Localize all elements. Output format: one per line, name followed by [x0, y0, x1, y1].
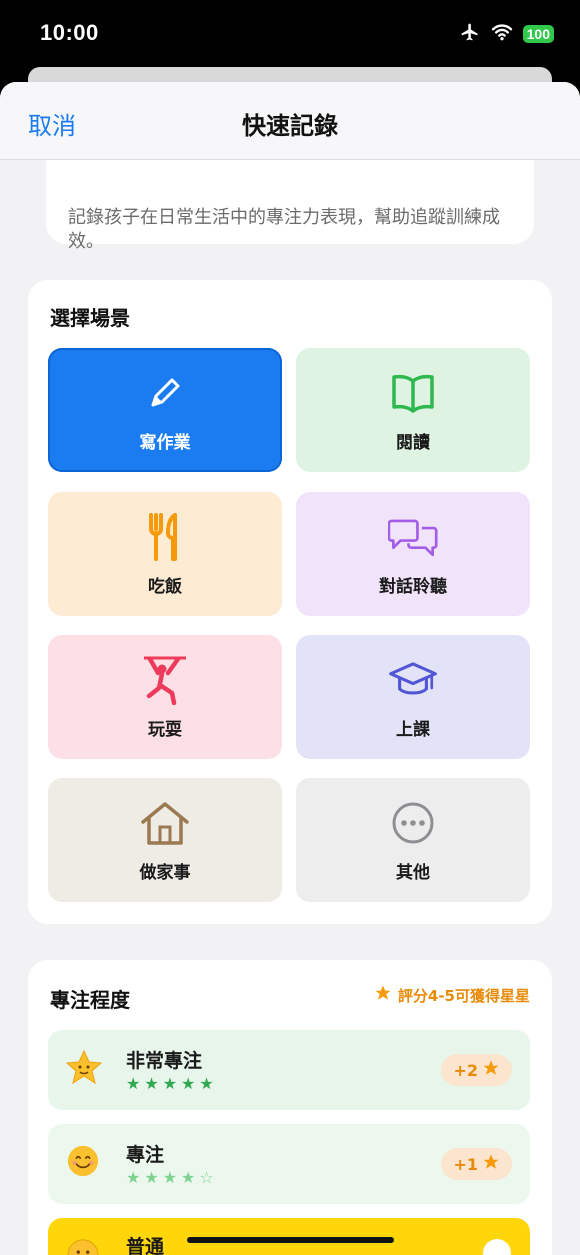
level-stars: ★★★★★ [126, 1074, 218, 1093]
neutral-face-icon [66, 1238, 102, 1255]
scene-label: 做家事 [139, 862, 191, 883]
level-name: 非常專注 [126, 1050, 203, 1072]
scene-tile-conversation[interactable]: 對話聆聽 [296, 492, 530, 616]
page-title: 快速記錄 [242, 112, 338, 140]
airplane-icon [459, 22, 481, 46]
status-icons: 100 [459, 22, 554, 46]
scene-label: 寫作業 [139, 432, 191, 453]
wifi-icon [491, 23, 513, 45]
smiling-face-icon [66, 1144, 102, 1180]
star-icon [482, 1059, 500, 1081]
chat-bubbles-icon [388, 512, 438, 562]
playing-figure-icon [140, 655, 190, 705]
quick-record-sheet: 取消 快速記錄 記錄孩子在日常生活中的專注力表現，幫助追蹤訓練成效。 選擇場景 … [0, 82, 580, 1255]
scene-tile-playing[interactable]: 玩耍 [48, 635, 282, 759]
star-icon [482, 1153, 500, 1175]
nav-bar: 取消 快速記錄 [0, 82, 580, 160]
status-time: 10:00 [40, 20, 99, 45]
scene-card: 選擇場景 寫作業 閱讀 吃飯 對話聆聽 玩耍 上課 做家事 其他 [28, 280, 552, 924]
scene-tile-other[interactable]: 其他 [296, 778, 530, 902]
bonus-value: +2 [453, 1060, 478, 1080]
star-hint: 評分4-5可獲得星星 [374, 984, 530, 1006]
scene-tile-homework[interactable]: 寫作業 [48, 348, 282, 472]
intro-description: 記錄孩子在日常生活中的專注力表現，幫助追蹤訓練成效。 [68, 207, 500, 252]
more-dots-icon [388, 798, 438, 848]
scene-label: 閱讀 [396, 432, 430, 453]
level-name: 普通 [126, 1236, 165, 1255]
star-bonus-badge: +2 [441, 1054, 512, 1086]
home-indicator [187, 1237, 394, 1243]
scene-tile-class[interactable]: 上課 [296, 635, 530, 759]
scene-title: 選擇場景 [50, 306, 130, 330]
book-icon [388, 368, 438, 418]
scene-label: 上課 [396, 719, 430, 740]
focus-title: 專注程度 [50, 988, 130, 1012]
house-icon [140, 798, 190, 848]
focus-level-very-focused[interactable]: 非常專注 ★★★★★ +2 [48, 1030, 530, 1110]
star-struck-icon [65, 1049, 103, 1086]
scene-tile-reading[interactable]: 閱讀 [296, 348, 530, 472]
focus-level-focused[interactable]: 專注 ★★★★☆ +1 [48, 1124, 530, 1204]
bonus-value: +1 [453, 1154, 478, 1174]
pencil-icon [140, 368, 190, 418]
star-icon [374, 984, 392, 1006]
graduation-cap-icon [388, 655, 438, 705]
star-bonus-badge: +1 [441, 1148, 512, 1180]
scene-label: 對話聆聽 [379, 576, 447, 597]
scene-tile-chores[interactable]: 做家事 [48, 778, 282, 902]
star-hint-text: 評分4-5可獲得星星 [397, 986, 530, 1005]
level-name: 專注 [126, 1144, 165, 1166]
level-stars: ★★★★☆ [126, 1168, 218, 1187]
scene-tile-eating[interactable]: 吃飯 [48, 492, 282, 616]
check-icon [482, 1238, 512, 1255]
scene-label: 其他 [396, 862, 430, 883]
status-bar: 10:00 100 [0, 0, 580, 70]
fork-knife-icon [140, 512, 190, 562]
scene-label: 吃飯 [148, 576, 182, 597]
battery-icon: 100 [522, 25, 554, 43]
scene-label: 玩耍 [148, 719, 182, 740]
focus-card: 專注程度 評分4-5可獲得星星 非常專注 ★★★★★ +2 專注 ★★★★☆ +… [28, 960, 552, 1255]
